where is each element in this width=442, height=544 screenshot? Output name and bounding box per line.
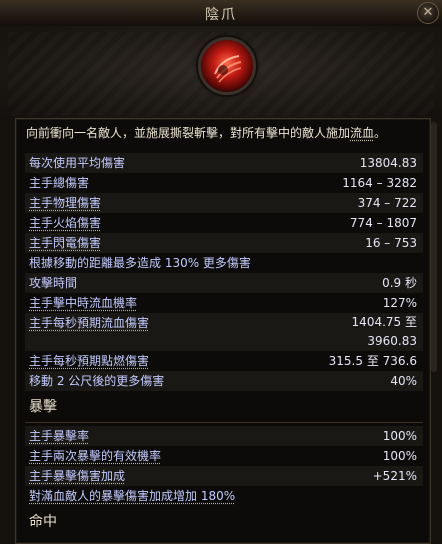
stat-row: 主手火焰傷害 774 – 1807 (25, 213, 423, 233)
stat-label[interactable]: 主手火焰傷害 (29, 213, 101, 233)
skill-description: 向前衝向一名敵人，並施展撕裂斬擊，對所有擊中的敵人施加流血。 (26, 125, 422, 142)
window-title: 陰爪 (205, 7, 237, 23)
stat-value: 0.9 秒 (382, 276, 417, 290)
stat-value: 40% (390, 374, 417, 388)
stat-value: 16 – 753 (365, 236, 417, 250)
stat-row: 對滿血敵人的暴擊傷害加成增加 180% (25, 486, 423, 506)
stat-value: +521% (372, 469, 417, 483)
stat-value-line: 3960.83 (367, 334, 417, 348)
stat-label[interactable]: 主手暴擊率 (29, 426, 89, 446)
crit-section-title: 暴擊 (29, 399, 57, 415)
stat-label[interactable]: 主手物理傷害 (29, 193, 101, 213)
stat-label[interactable]: 對滿血敵人的暴擊傷害加成增加 180% (29, 486, 235, 506)
stat-label[interactable]: 主手閃電傷害 (29, 233, 101, 253)
stat-value: 374 – 722 (357, 196, 417, 210)
stat-value: 13804.83 (359, 156, 417, 170)
stat-value: 100% (382, 449, 417, 463)
stat-value: 100% (382, 429, 417, 443)
stat-label: 主手總傷害 (29, 176, 90, 190)
stat-row: 主手兩次暴擊的有效機率 100% (25, 446, 423, 466)
hit-section-title: 命中 (29, 514, 57, 530)
stat-row: 主手暴擊傷害加成 +521% (25, 466, 423, 486)
stat-label[interactable]: 主手每秒預期點燃傷害 (29, 351, 149, 371)
description-text: 向前衝向一名敵人，並施展撕裂斬擊，對所有擊中的敵人施加 (26, 126, 351, 140)
stat-row: 每次使用平均傷害 13804.83 (25, 153, 423, 173)
divider (25, 422, 423, 423)
stat-value: 315.5 至 736.6 (328, 354, 417, 368)
stat-label: 根據移動的距離最多造成 130% 更多傷害 (29, 256, 251, 270)
bleed-keyword[interactable]: 流血 (350, 126, 374, 140)
stats-list: 每次使用平均傷害 13804.83 主手總傷害 1164 – 3282 主手物理傷害… (25, 153, 423, 534)
title-bar: 陰爪 ✕ (0, 0, 442, 27)
stat-row: 主手擊中時流血機率 127% (25, 293, 423, 313)
stat-value: 1404.75 至 3960.83 (352, 313, 417, 351)
close-icon[interactable]: ✕ (417, 2, 439, 24)
claw-skill-icon (198, 37, 256, 95)
stat-row: 主手每秒預期點燃傷害 315.5 至 736.6 (25, 351, 423, 371)
stat-label: 攻擊時間 (29, 276, 78, 290)
stat-row: 根據移動的距離最多造成 130% 更多傷害 (25, 253, 423, 273)
stat-label[interactable]: 主手暴擊傷害加成 (29, 466, 125, 486)
stat-row: 主手總傷害 1164 – 3282 (25, 173, 423, 193)
stat-row: 主手暴擊率 100% (25, 426, 423, 446)
scrollbar[interactable] (431, 122, 437, 372)
stat-label[interactable]: 主手擊中時流血機率 (29, 293, 137, 313)
stat-row: 主手閃電傷害 16 – 753 (25, 233, 423, 253)
stat-value: 1164 – 3282 (342, 176, 417, 190)
stat-value-line: 1404.75 至 (351, 315, 417, 329)
tooltip-panel: 向前衝向一名敵人，並施展撕裂斬擊，對所有擊中的敵人施加流血。 每次使用平均傷害 1… (15, 118, 431, 544)
stat-value: 774 – 1807 (349, 216, 417, 230)
stat-label[interactable]: 主手每秒預期流血傷害 (29, 313, 149, 333)
stat-row: 移動 2 公尺後的更多傷害 40% (25, 371, 423, 391)
skill-header (0, 26, 442, 120)
stat-label[interactable]: 主手兩次暴擊的有效機率 (29, 446, 161, 466)
stat-value: 127% (382, 296, 417, 310)
stat-row: 攻擊時間 0.9 秒 (25, 273, 423, 293)
stat-label: 每次使用平均傷害 (29, 156, 126, 170)
stat-row: 主手每秒預期流血傷害 1404.75 至 3960.83 (25, 313, 423, 351)
stat-label: 移動 2 公尺後的更多傷害 (29, 374, 165, 388)
stat-row: 主手物理傷害 374 – 722 (25, 193, 423, 213)
description-end: 。 (374, 126, 387, 140)
